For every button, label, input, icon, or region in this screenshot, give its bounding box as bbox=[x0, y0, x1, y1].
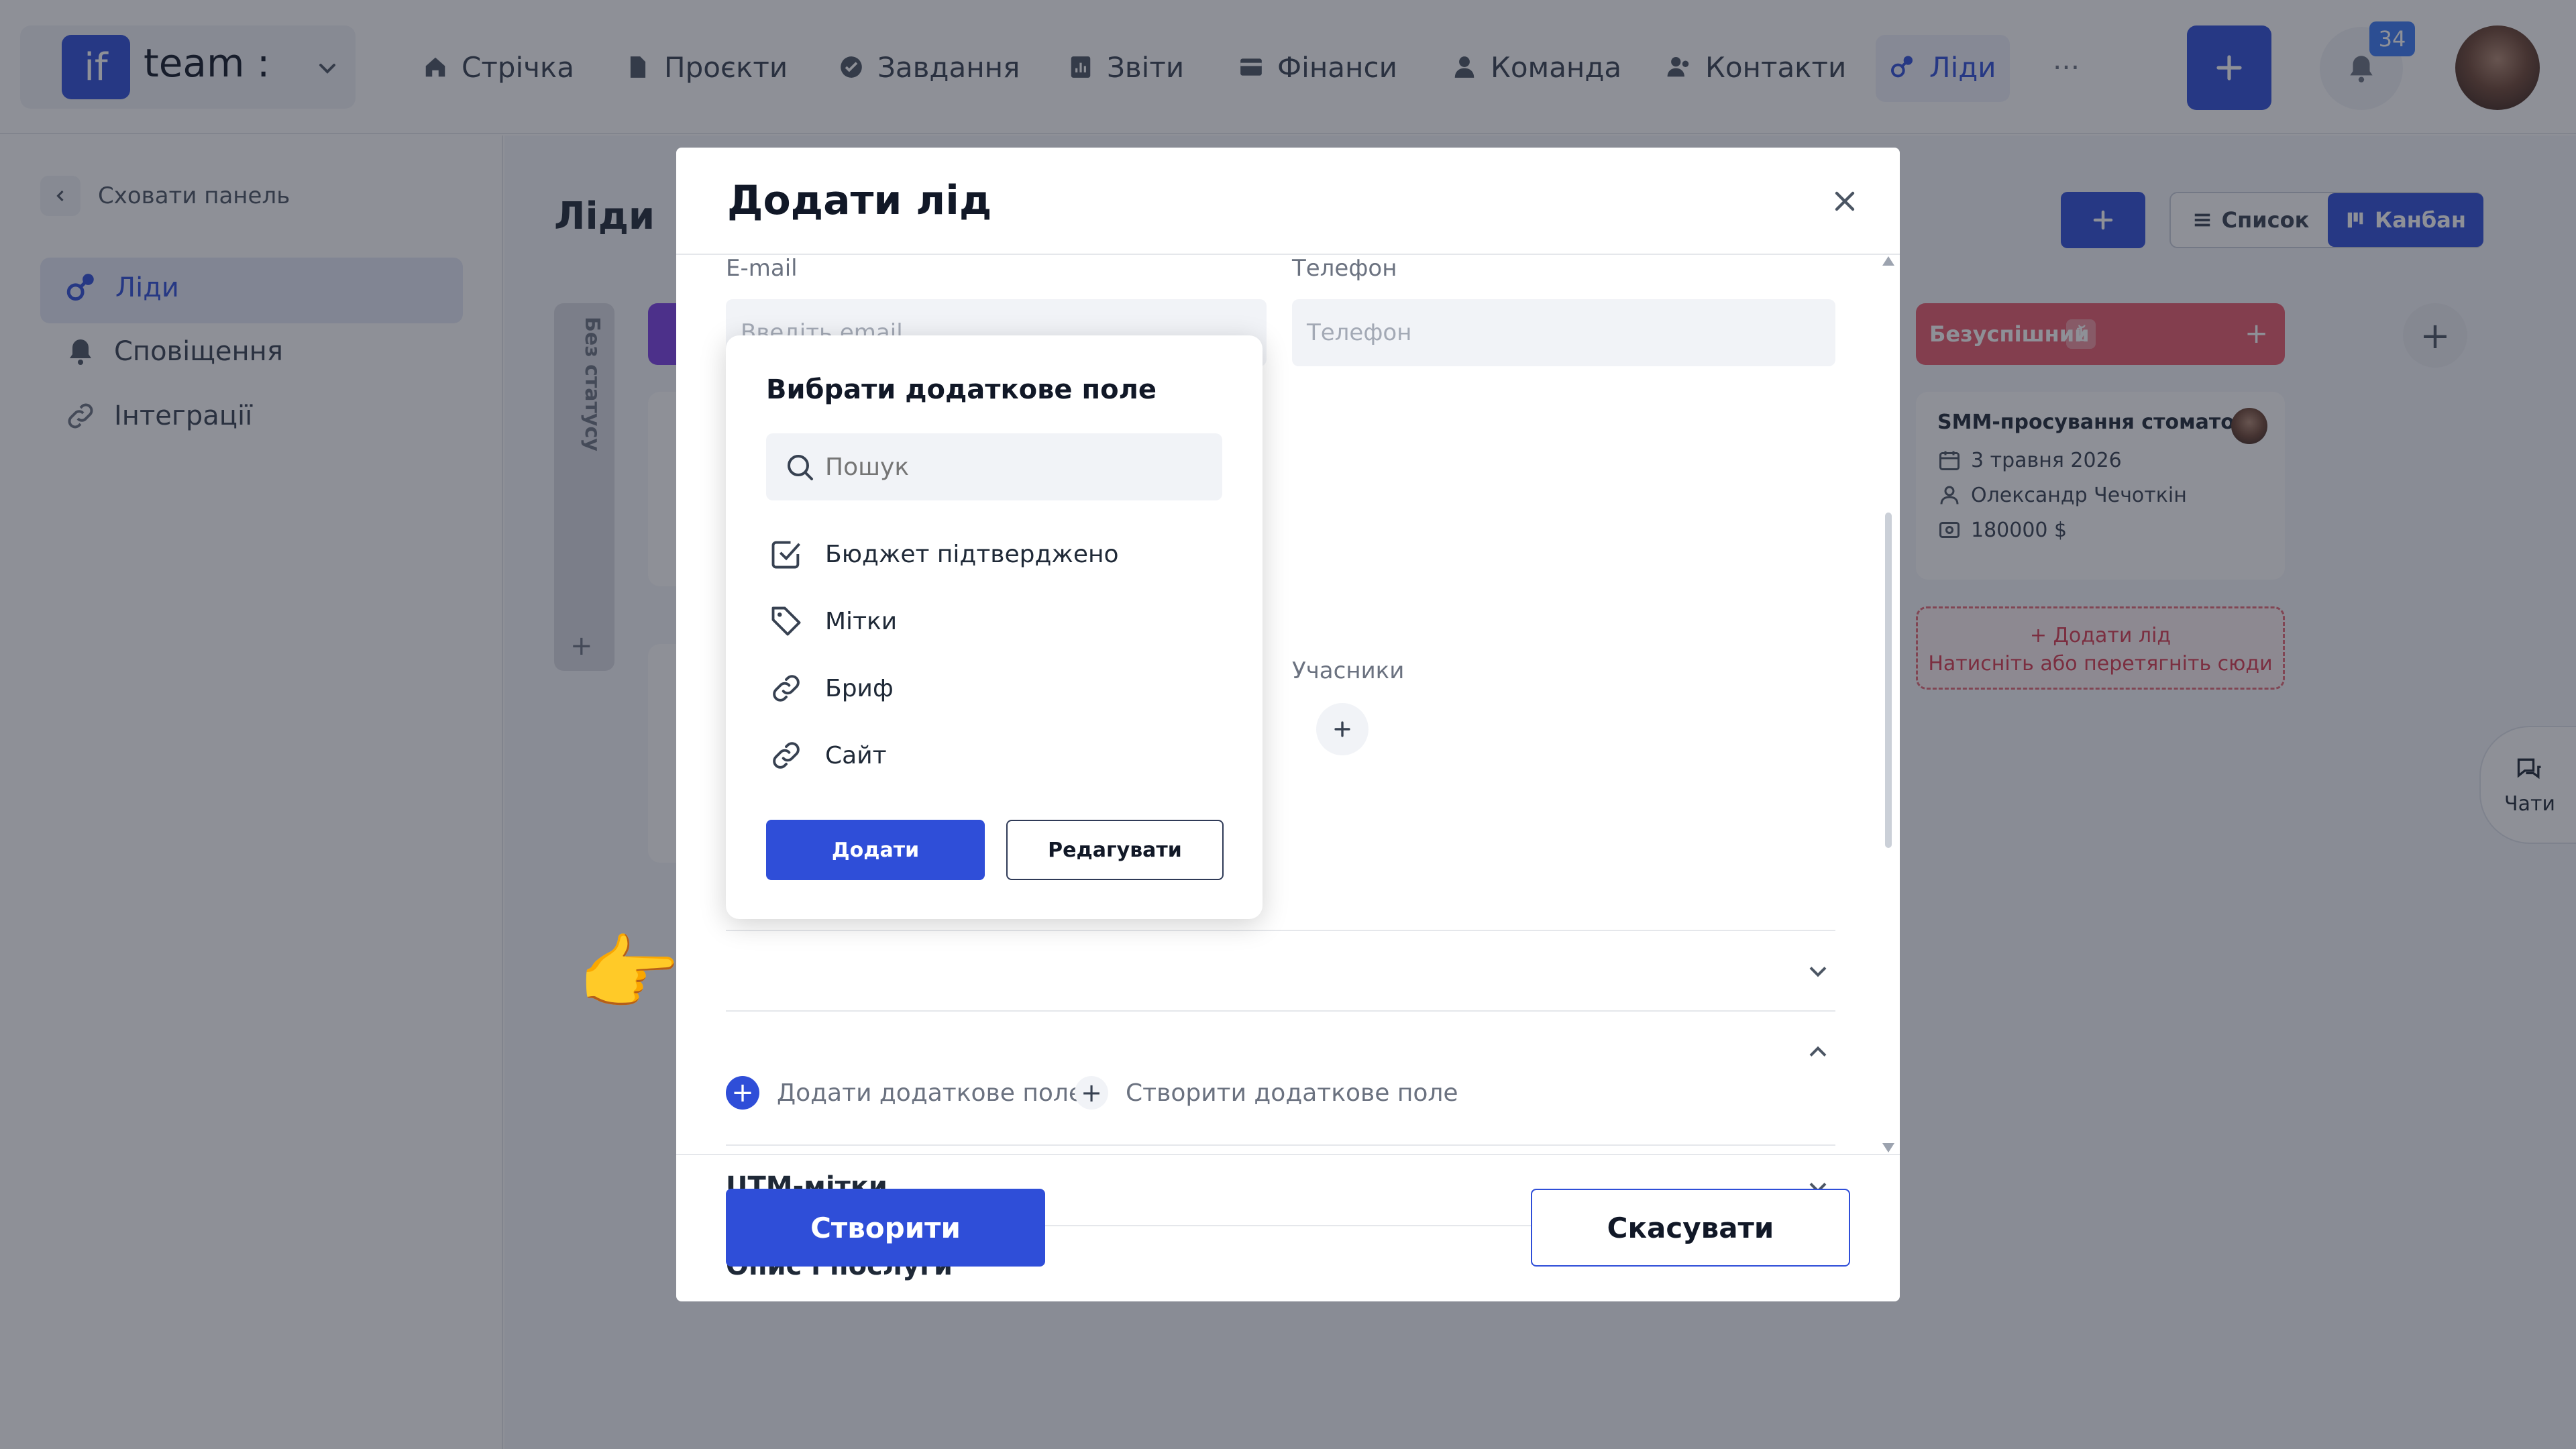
divider bbox=[726, 1144, 1835, 1146]
create-extra-field-label: Створити додаткове поле bbox=[1126, 1079, 1458, 1107]
add-extra-field-label: Додати додаткове поле bbox=[777, 1079, 1084, 1107]
divider bbox=[676, 1154, 1900, 1155]
link-icon bbox=[769, 671, 825, 706]
modal-title: Додати лід bbox=[727, 177, 992, 224]
field-option-label: Сайт bbox=[825, 741, 887, 769]
popover-add-button[interactable]: Додати bbox=[766, 820, 985, 880]
create-button[interactable]: Створити bbox=[726, 1189, 1045, 1267]
phone-placeholder: Телефон bbox=[1307, 319, 1412, 346]
extra-field-popover: Вибрати додаткове поле Бюджет підтвердже… bbox=[726, 335, 1263, 919]
add-extra-field-button[interactable]: + Додати додаткове поле bbox=[726, 1076, 1083, 1110]
chevron-up-icon[interactable] bbox=[1803, 1037, 1833, 1067]
checkbox-icon bbox=[769, 537, 825, 572]
field-option-website[interactable]: Сайт bbox=[769, 738, 887, 773]
field-option-label: Бриф bbox=[825, 674, 894, 702]
email-label: E-mail bbox=[726, 255, 798, 282]
chevron-down-icon[interactable] bbox=[1803, 957, 1833, 986]
field-option-label: Бюджет підтверджено bbox=[825, 540, 1119, 568]
tag-icon bbox=[769, 604, 825, 639]
plus-icon: + bbox=[726, 1076, 759, 1110]
create-extra-field-button[interactable]: + Створити додаткове поле bbox=[1075, 1076, 1458, 1110]
field-option-brief[interactable]: Бриф bbox=[769, 671, 894, 706]
field-option-tags[interactable]: Мітки bbox=[769, 604, 897, 639]
field-option-label: Мітки bbox=[825, 607, 898, 635]
scroll-up-arrow[interactable] bbox=[1882, 256, 1894, 266]
divider bbox=[726, 1010, 1835, 1012]
members-label: Учасники bbox=[1292, 657, 1405, 684]
field-search-input[interactable] bbox=[766, 433, 1222, 500]
pointing-hand-icon: 👉 bbox=[577, 926, 681, 1022]
popover-edit-button[interactable]: Редагувати bbox=[1006, 820, 1224, 880]
field-option-budget-confirmed[interactable]: Бюджет підтверджено bbox=[769, 537, 1119, 572]
plus-icon: + bbox=[1075, 1076, 1108, 1110]
divider bbox=[726, 930, 1835, 931]
cancel-button[interactable]: Скасувати bbox=[1531, 1189, 1850, 1267]
popover-title: Вибрати додаткове поле bbox=[766, 374, 1157, 405]
close-icon[interactable] bbox=[1829, 185, 1861, 217]
search-icon bbox=[784, 451, 816, 483]
add-member-button[interactable] bbox=[1316, 703, 1368, 755]
scrollbar-thumb[interactable] bbox=[1885, 513, 1892, 848]
link-icon bbox=[769, 738, 825, 773]
phone-label: Телефон bbox=[1292, 255, 1397, 282]
scroll-down-arrow[interactable] bbox=[1882, 1143, 1894, 1152]
phone-input[interactable]: Телефон bbox=[1292, 299, 1835, 366]
